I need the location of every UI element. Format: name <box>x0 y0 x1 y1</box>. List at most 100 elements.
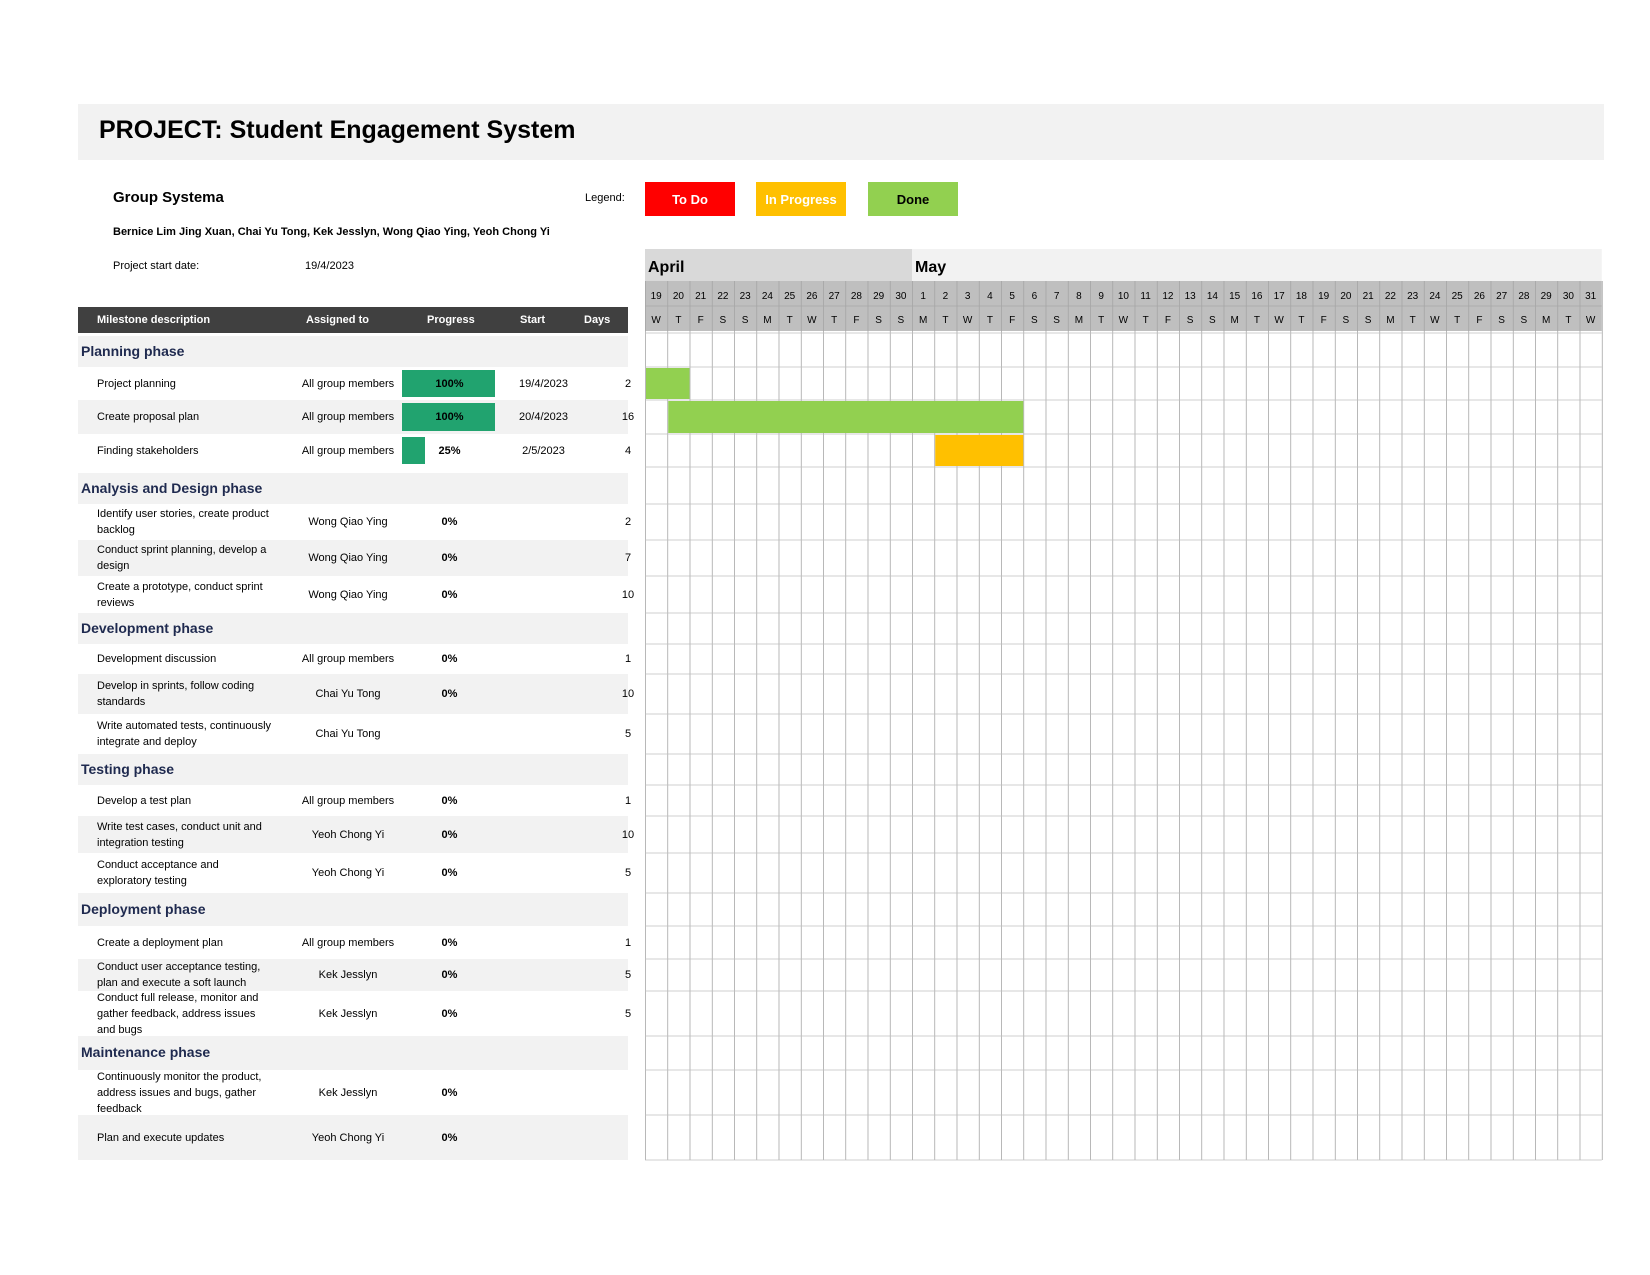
assigned-to-cell: Chai Yu Tong <box>273 714 423 754</box>
assigned-to: Kek Jesslyn <box>318 1007 378 1020</box>
start-date-cell: 2/5/2023 <box>496 434 591 467</box>
days-count: 2 <box>624 377 632 390</box>
phase-name: Development phase <box>81 619 214 636</box>
days-count-cell: 5 <box>618 991 638 1036</box>
progress-value: 0% <box>441 969 458 981</box>
day-number: 23 <box>740 291 752 302</box>
day-number: 27 <box>1496 291 1508 302</box>
milestone-desc: Identify user stories, create product ba… <box>97 508 269 536</box>
milestone-desc-cell: Plan and execute updates <box>97 1115 272 1160</box>
days-count-cell: 16 <box>618 400 638 434</box>
days-count: 1 <box>624 794 632 807</box>
day-number: 17 <box>1274 291 1286 302</box>
assigned-to-cell: Kek Jesslyn <box>273 959 423 991</box>
progress-value-cell: 0% <box>403 674 496 714</box>
day-number: 1 <box>920 291 926 302</box>
assigned-to: All group members <box>301 653 395 665</box>
progress-value-cell: 0% <box>403 926 496 959</box>
progress-value-cell: 0% <box>403 785 496 816</box>
milestone-desc: Plan and execute updates <box>97 1131 225 1144</box>
assigned-to: Kek Jesslyn <box>318 969 378 981</box>
milestone-desc-cell: Develop a test plan <box>97 785 272 816</box>
day-letter: F <box>853 315 859 326</box>
day-letter: S <box>1365 315 1372 326</box>
progress-value-cell: 0% <box>403 504 496 540</box>
days-count-cell: 10 <box>618 576 638 613</box>
days-count-cell: 2 <box>618 367 638 400</box>
days-count: 5 <box>624 728 632 740</box>
milestone-desc-cell: Develop in sprints, follow coding standa… <box>97 674 272 714</box>
start-date: 19/4/2023 <box>519 377 568 390</box>
day-number: 19 <box>651 291 663 302</box>
assigned-to: Wong Qiao Ying <box>308 552 388 564</box>
milestone-desc-cell: Finding stakeholders <box>97 434 272 467</box>
day-letter: W <box>1430 315 1440 326</box>
start-date-cell <box>496 853 591 893</box>
day-letter: M <box>1075 315 1083 326</box>
milestone-desc-cell: Conduct sprint planning, develop a desig… <box>97 540 272 576</box>
day-letter: T <box>1565 315 1571 326</box>
day-letter: M <box>919 315 927 326</box>
assigned-to: Chai Yu Tong <box>315 688 381 700</box>
days-count: 1 <box>624 936 632 949</box>
day-letter: W <box>1119 315 1129 326</box>
day-number: 29 <box>873 291 885 302</box>
day-number: 3 <box>965 291 971 302</box>
days-count-cell <box>618 1115 638 1160</box>
day-number: 30 <box>1563 291 1575 302</box>
table-row: Conduct user acceptance testing, plan an… <box>78 959 631 991</box>
table-row: Development discussion All group members 0… <box>78 644 631 674</box>
days-count: 5 <box>624 867 632 879</box>
day-number: 25 <box>1452 291 1464 302</box>
milestone-desc: Conduct acceptance and exploratory testi… <box>97 859 219 887</box>
start-date-cell <box>496 785 591 816</box>
day-number: 20 <box>1340 291 1352 302</box>
day-letter: T <box>1298 315 1304 326</box>
days-count-cell: 1 <box>618 785 638 816</box>
phase-header: Planning phase <box>78 336 628 367</box>
progress-value: 0% <box>441 936 458 949</box>
day-number: 2 <box>943 291 949 302</box>
assigned-to-cell: All group members <box>273 367 423 400</box>
start-date-cell <box>496 1070 591 1115</box>
progress-value-cell: 0% <box>403 816 496 853</box>
start-date-cell <box>496 959 591 991</box>
start-date-cell <box>496 540 591 576</box>
days-count: 4 <box>624 444 632 457</box>
day-number: 31 <box>1585 291 1597 302</box>
day-letter: T <box>1098 315 1104 326</box>
milestone-desc-cell: Project planning <box>97 367 272 400</box>
assigned-to-cell: All group members <box>273 400 423 434</box>
milestone-desc-cell: Identify user stories, create product ba… <box>97 504 272 540</box>
milestone-desc-cell: Conduct full release, monitor and gather… <box>97 991 272 1036</box>
day-number: 24 <box>762 291 774 302</box>
day-letter: S <box>720 315 727 326</box>
day-number: 21 <box>695 291 707 302</box>
milestone-desc-cell: Create proposal plan <box>97 400 272 434</box>
day-number: 30 <box>895 291 907 302</box>
group-name: Group Systema <box>113 189 224 206</box>
progress-value: 25% <box>438 444 461 457</box>
milestone-desc: Continuously monitor the product, addres… <box>97 1070 262 1115</box>
progress-value-cell: 0% <box>403 959 496 991</box>
phase-name: Testing phase <box>81 760 175 777</box>
days-count-cell: 5 <box>618 853 638 893</box>
start-date-cell <box>496 816 591 853</box>
day-letter: S <box>1498 315 1505 326</box>
progress-value: 0% <box>441 1131 458 1144</box>
days-count-cell: 1 <box>618 926 638 959</box>
day-letter: S <box>875 315 882 326</box>
phase-name: Planning phase <box>81 342 185 359</box>
table-row: Develop a test plan All group members 0% 1 <box>78 785 631 816</box>
day-letter: T <box>1410 315 1416 326</box>
table-row: Create a deployment plan All group member… <box>78 926 631 959</box>
title-bar: PROJECT: Student Engagement System <box>78 104 1604 160</box>
start-date-cell <box>496 504 591 540</box>
assigned-to: Kek Jesslyn <box>318 1086 378 1099</box>
phase-header: Development phase <box>78 613 628 644</box>
milestone-desc-cell: Development discussion <box>97 644 272 674</box>
day-letter: W <box>1586 315 1596 326</box>
milestone-desc-cell: Create a deployment plan <box>97 926 272 959</box>
day-number: 24 <box>1429 291 1441 302</box>
assigned-to-cell: Yeoh Chong Yi <box>273 816 423 853</box>
